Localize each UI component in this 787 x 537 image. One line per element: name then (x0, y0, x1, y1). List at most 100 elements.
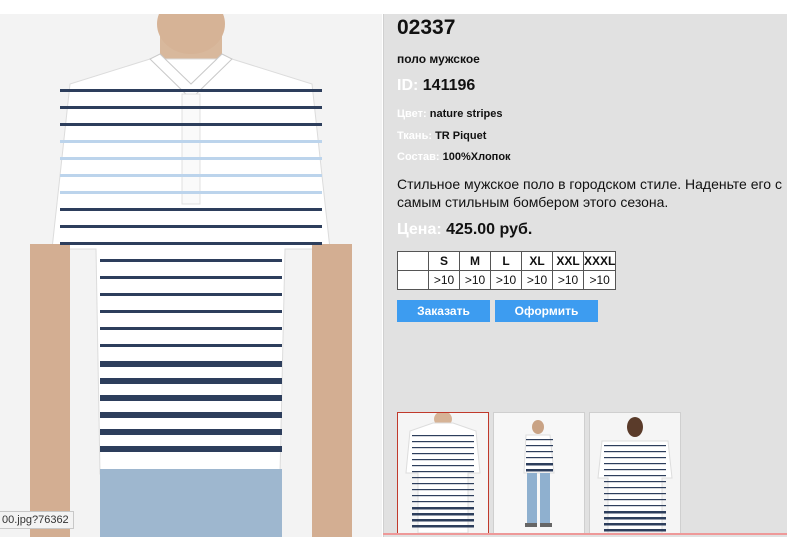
thumbnail-stripe (412, 489, 474, 491)
shirt-stripe (60, 208, 322, 211)
shirt-stripe (60, 123, 322, 126)
size-availability-row: >10 >10 >10 >10 >10 >10 (397, 270, 617, 290)
status-url-tooltip: 00.jpg?76362 (0, 511, 74, 529)
attribute-value: nature stripes (429, 108, 503, 120)
thumbnail-stripe (604, 475, 666, 477)
price-value: 425.00 руб. (446, 221, 533, 238)
size-header-cell: S (428, 251, 460, 271)
thumbnail-stripe (526, 451, 553, 453)
thumbnail-stripe (412, 465, 474, 467)
thumbnail-stripe (604, 445, 666, 447)
shirt-stripe (100, 293, 282, 296)
thumbnail-stripe (604, 505, 666, 507)
table-corner-cell (397, 270, 429, 290)
shirt-stripe (100, 395, 282, 401)
thumbnail-full-length[interactable] (493, 412, 585, 534)
attribute-color: Цвет: nature stripes (397, 108, 503, 120)
size-stock-cell: >10 (459, 270, 491, 290)
attribute-value: 100%Хлопок (442, 151, 511, 163)
thumbnail-stripe (604, 463, 666, 465)
shirt-stripe (100, 276, 282, 279)
size-availability-table: S M L XL XXL XXXL >10 >10 >10 >10 >10 >1… (397, 251, 617, 290)
thumbnail-stripe (412, 477, 474, 479)
shirt-stripe (100, 344, 282, 347)
thumbnail-stripe (412, 513, 474, 516)
size-header-cell: XL (521, 251, 553, 271)
size-header-cell: L (490, 251, 522, 271)
product-id-label: ID: (397, 77, 419, 94)
panel-bottom-border (383, 533, 787, 535)
shirt-stripe (100, 361, 282, 367)
order-button[interactable]: Заказать (397, 300, 490, 322)
attribute-label: Цвет: (397, 108, 427, 120)
product-id-value: 141196 (422, 77, 476, 94)
thumbnail-stripe (526, 445, 553, 447)
size-stock-cell: >10 (490, 270, 522, 290)
thumbnail-back[interactable] (589, 412, 681, 534)
product-info-panel: 02337 поло мужское ID: 141196 Цвет: natu… (383, 14, 787, 537)
thumbnail-front[interactable] (397, 412, 489, 534)
thumbnail-stripe (604, 493, 666, 495)
shirt-stripe (60, 140, 322, 143)
thumbnail-stripe (412, 519, 474, 522)
thumbnail-stripe (526, 463, 553, 466)
thumbnail-front-image (398, 413, 488, 533)
thumbnail-stripe (526, 469, 553, 472)
thumbnail-stripe (412, 447, 474, 449)
product-id: ID: 141196 (397, 77, 475, 95)
attribute-label: Ткань: (397, 130, 432, 142)
shirt-stripe (100, 327, 282, 330)
product-code: 02337 (397, 16, 456, 39)
main-product-image[interactable] (0, 14, 382, 537)
shirt-stripe (100, 412, 282, 418)
thumbnail-stripe (412, 507, 474, 510)
attribute-composition: Состав: 100%Хлопок (397, 151, 511, 163)
thumbnail-stripe (412, 435, 474, 437)
shirt-stripe (100, 446, 282, 452)
table-corner-cell (397, 251, 429, 271)
shirt-stripe (60, 106, 322, 109)
thumbnail-stripe (604, 451, 666, 453)
thumbnail-stripe (604, 517, 666, 520)
page: 00.jpg?76362 02337 поло мужское ID: 1411… (0, 0, 787, 537)
shirt-stripe (60, 89, 322, 92)
thumbnail-stripe (604, 457, 666, 459)
thumbnail-stripe (412, 471, 474, 473)
thumbnail-stripe (604, 469, 666, 471)
thumbnail-stripe (604, 511, 666, 514)
thumbnail-stripe (526, 439, 553, 441)
thumbnail-stripe (604, 499, 666, 501)
shirt-stripe (100, 378, 282, 384)
shirt-stripe (100, 429, 282, 435)
attribute-label: Состав: (397, 151, 440, 163)
size-stock-cell: >10 (521, 270, 553, 290)
thumbnail-stripe (604, 481, 666, 483)
size-stock-cell: >10 (552, 270, 584, 290)
product-description: Стильное мужское поло в городском стиле.… (397, 176, 782, 210)
shirt-stripe (60, 174, 322, 177)
size-header-cell: M (459, 251, 491, 271)
attribute-value: TR Piquet (435, 130, 487, 142)
shirt-stripe (100, 259, 282, 262)
thumbnail-stripe (526, 457, 553, 459)
thumbnail-stripe (412, 495, 474, 497)
shirt-stripe (60, 242, 322, 245)
thumbnail-stripe (412, 459, 474, 461)
product-subtitle: поло мужское (397, 52, 480, 66)
thumbnail-back-image (590, 413, 680, 533)
size-header-cell: XXL (552, 251, 584, 271)
shirt-stripe (60, 225, 322, 228)
attribute-fabric: Ткань: TR Piquet (397, 130, 486, 142)
size-header-row: S M L XL XXL XXXL (397, 251, 617, 271)
shirt-stripe (60, 157, 322, 160)
thumbnail-stripe (412, 453, 474, 455)
size-stock-cell: >10 (582, 270, 617, 290)
thumbnail-stripe (412, 501, 474, 503)
thumbnail-stripe (604, 529, 666, 532)
size-stock-cell: >10 (428, 270, 460, 290)
size-header-cell: XXXL (582, 251, 617, 271)
shirt-stripe (60, 191, 322, 194)
thumbnail-stripe (604, 487, 666, 489)
checkout-button[interactable]: Оформить (495, 300, 598, 322)
thumbnail-stripe (412, 483, 474, 485)
